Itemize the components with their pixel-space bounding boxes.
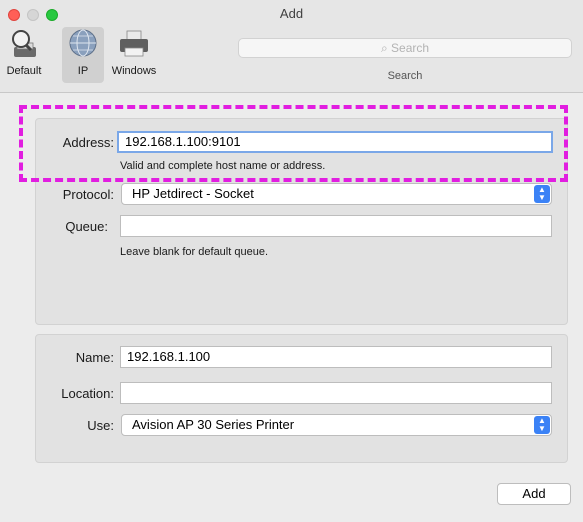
queue-hint: Leave blank for default queue. bbox=[120, 246, 269, 258]
tab-windows-label: Windows bbox=[111, 65, 157, 77]
search-field[interactable]: ⌕ Search bbox=[238, 38, 572, 58]
tab-windows[interactable]: Windows bbox=[108, 27, 160, 83]
tab-ip[interactable]: IP bbox=[62, 27, 104, 83]
add-button[interactable]: Add bbox=[497, 483, 571, 505]
protocol-label: Protocol: bbox=[62, 187, 114, 202]
protocol-popup[interactable]: HP Jetdirect - Socket ▲ ▼ bbox=[121, 183, 552, 205]
magnifier-printer-icon bbox=[12, 30, 36, 57]
window-title: Add bbox=[279, 6, 304, 21]
queue-label: Queue: bbox=[65, 219, 108, 234]
location-label: Location: bbox=[61, 386, 114, 401]
printer-icon bbox=[120, 30, 148, 57]
queue-field[interactable] bbox=[120, 215, 552, 237]
location-field[interactable] bbox=[120, 382, 552, 404]
use-value: Avision AP 30 Series Printer bbox=[132, 417, 295, 432]
name-field[interactable]: 192.168.1.100 bbox=[120, 346, 552, 368]
tab-ip-label: IP bbox=[77, 65, 89, 77]
globe-icon bbox=[69, 29, 97, 57]
use-label: Use: bbox=[87, 418, 114, 433]
title-bar: Add Default IP Windows ⌕ Search Search bbox=[0, 0, 583, 93]
tab-default-label: Default bbox=[6, 65, 42, 77]
protocol-value: HP Jetdirect - Socket bbox=[132, 186, 254, 201]
chevron-updown-icon: ▲ ▼ bbox=[534, 416, 550, 434]
name-label: Name: bbox=[75, 350, 114, 365]
chevron-updown-icon: ▲ ▼ bbox=[534, 185, 550, 203]
search-icon: ⌕ bbox=[380, 41, 388, 55]
use-popup[interactable]: Avision AP 30 Series Printer ▲ ▼ bbox=[121, 414, 552, 436]
search-caption: Search bbox=[387, 70, 423, 82]
highlight-annotation bbox=[19, 105, 568, 182]
search-placeholder: Search bbox=[391, 41, 430, 55]
tab-default[interactable]: Default bbox=[2, 27, 46, 83]
